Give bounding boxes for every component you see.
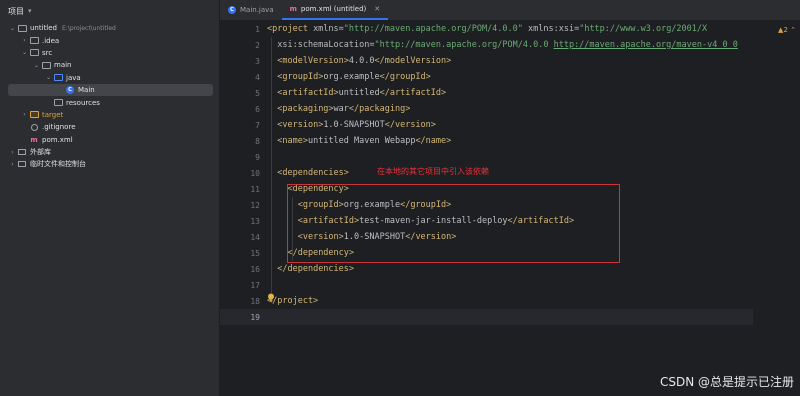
line-number: 4 <box>255 73 260 82</box>
code-line-5: <artifactId>untitled</artifactId> <box>277 88 447 98</box>
project-path: E:\project\untitled <box>62 24 116 32</box>
chevron-down-icon[interactable]: ⌄ <box>32 62 41 69</box>
excluded-folder-icon <box>29 111 39 119</box>
line-number: 17 <box>250 281 260 290</box>
line-number: 18 <box>250 297 260 306</box>
code-line-1: <project xmlns="http://maven.apache.org/… <box>267 24 708 34</box>
tree-item-label: java <box>66 73 81 82</box>
folder-icon <box>41 61 51 69</box>
tree-item-label: resources <box>66 98 100 107</box>
warning-count: 2 <box>783 26 788 34</box>
code-line-4: <groupId>org.example</groupId> <box>277 72 431 82</box>
code-editor[interactable]: 1 2 3 4 5 6 7 8 9 10 11 12 13 14 15 16 17 18 19 <project x… <box>220 21 800 396</box>
code-line-3: <modelVersion>4.0.0</modelVersion> <box>277 56 452 66</box>
library-icon <box>17 148 27 156</box>
project-panel: 项目 ▾ ⌄ untitled E:\project\untitled › .idea ⌄… <box>0 0 220 396</box>
class-icon: C <box>228 6 236 14</box>
tree-item-src[interactable]: ⌄ src <box>0 47 219 59</box>
tab-label: pom.xml (untitled) <box>300 5 367 13</box>
line-number: 19 <box>250 313 260 322</box>
tab-label: Main.java <box>240 6 274 14</box>
maven-icon: m <box>289 5 297 13</box>
line-number: 14 <box>250 233 260 242</box>
code-line-2: xsi:schemaLocation="http://maven.apache.… <box>267 40 738 50</box>
line-number: 16 <box>250 265 260 274</box>
folder-icon <box>53 99 63 107</box>
code-line-7: <version>1.0-SNAPSHOT</version> <box>277 120 436 130</box>
line-number: 1 <box>255 25 260 34</box>
line-number: 9 <box>255 153 260 162</box>
line-number: 10 <box>250 169 260 178</box>
line-number: 7 <box>255 121 260 130</box>
project-panel-header[interactable]: 项目 ▾ <box>0 0 219 22</box>
maven-icon: m <box>30 135 38 144</box>
chevron-down-icon[interactable]: ⌄ <box>44 74 53 81</box>
line-number: 3 <box>255 57 260 66</box>
tree-item-label: main <box>54 61 72 70</box>
project-tree: ⌄ untitled E:\project\untitled › .idea ⌄ src ⌄ m… <box>0 22 219 171</box>
line-number: 13 <box>250 217 260 226</box>
tree-item-label: untitled <box>30 24 58 33</box>
annotation-text: 在本地的其它项目中引入该依赖 <box>377 167 489 176</box>
tree-item-label: 临时文件和控制台 <box>30 160 86 169</box>
folder-icon <box>17 24 27 32</box>
code-area[interactable]: <project xmlns="http://maven.apache.org/… <box>267 21 800 396</box>
folder-icon <box>29 49 39 57</box>
tree-item-label: src <box>42 48 53 57</box>
tree-item-label: 外部库 <box>30 148 51 157</box>
code-line-6: <packaging>war</packaging> <box>277 104 411 114</box>
tree-item-label: Main <box>78 86 95 95</box>
class-icon: C <box>65 86 75 95</box>
line-number: 12 <box>250 201 260 210</box>
line-number: 11 <box>250 185 260 194</box>
tree-item-[interactable]: › 临时文件和控制台 <box>0 158 219 170</box>
warning-indicator[interactable]: ▲2 ⌃ <box>778 26 796 34</box>
code-line-8: <name>untitled Maven Webapp</name> <box>277 136 452 146</box>
chevron-right-icon[interactable]: › <box>8 161 17 168</box>
chevron-down-icon[interactable]: ▾ <box>28 7 32 15</box>
tree-item-main[interactable]: ⌄ main <box>0 59 219 71</box>
tree-item-label: .gitignore <box>42 123 76 132</box>
tree-item-idea[interactable]: › .idea <box>0 34 219 46</box>
watermark: CSDN @总是提示已注册 <box>659 375 794 389</box>
tree-item-target[interactable]: › target <box>0 109 219 121</box>
chevron-right-icon[interactable]: › <box>8 149 17 156</box>
source-folder-icon <box>53 74 63 82</box>
code-line-10: <dependencies> <box>277 168 349 178</box>
lightbulb-icon[interactable] <box>267 293 275 302</box>
project-panel-title: 项目 <box>8 6 24 16</box>
tree-item-label: .idea <box>42 36 60 45</box>
dependency-highlight-box <box>287 184 620 263</box>
chevron-right-icon[interactable]: › <box>20 111 29 118</box>
gitignore-icon <box>29 123 39 131</box>
line-number: 2 <box>255 41 260 50</box>
tree-item-resources[interactable]: resources <box>0 96 219 108</box>
tree-item-label: target <box>42 110 64 119</box>
chevron-down-icon[interactable]: ⌄ <box>8 25 17 32</box>
line-number: 5 <box>255 89 260 98</box>
tree-item-untitled[interactable]: ⌄ untitled E:\project\untitled <box>0 22 219 34</box>
chevron-down-icon[interactable]: ⌄ <box>20 49 29 56</box>
tab-pom-xml[interactable]: m pom.xml (untitled) ✕ <box>281 0 389 20</box>
line-number: 6 <box>255 105 260 114</box>
line-gutter: 1 2 3 4 5 6 7 8 9 10 11 12 13 14 15 16 17 18 19 <box>220 21 266 396</box>
chevron-right-icon[interactable]: › <box>20 37 29 44</box>
line-number: 8 <box>255 137 260 146</box>
tree-item-main[interactable]: C Main <box>8 83 213 97</box>
line-number: 15 <box>250 249 260 258</box>
tree-item-gitignore[interactable]: .gitignore <box>0 121 219 133</box>
tab-main-java[interactable]: C Main.java <box>220 0 282 20</box>
editor-tabs: C Main.java m pom.xml (untitled) ✕ <box>220 0 800 21</box>
close-icon[interactable]: ✕ <box>374 5 380 13</box>
tree-item-java[interactable]: ⌄ java <box>0 72 219 84</box>
folder-icon <box>29 37 39 45</box>
tree-item-pom-xml[interactable]: m pom.xml <box>0 134 219 146</box>
code-line-16: </dependencies> <box>277 264 355 274</box>
tree-item-[interactable]: › 外部库 <box>0 146 219 158</box>
scratch-icon <box>17 160 27 168</box>
tree-item-label: pom.xml <box>42 135 73 144</box>
